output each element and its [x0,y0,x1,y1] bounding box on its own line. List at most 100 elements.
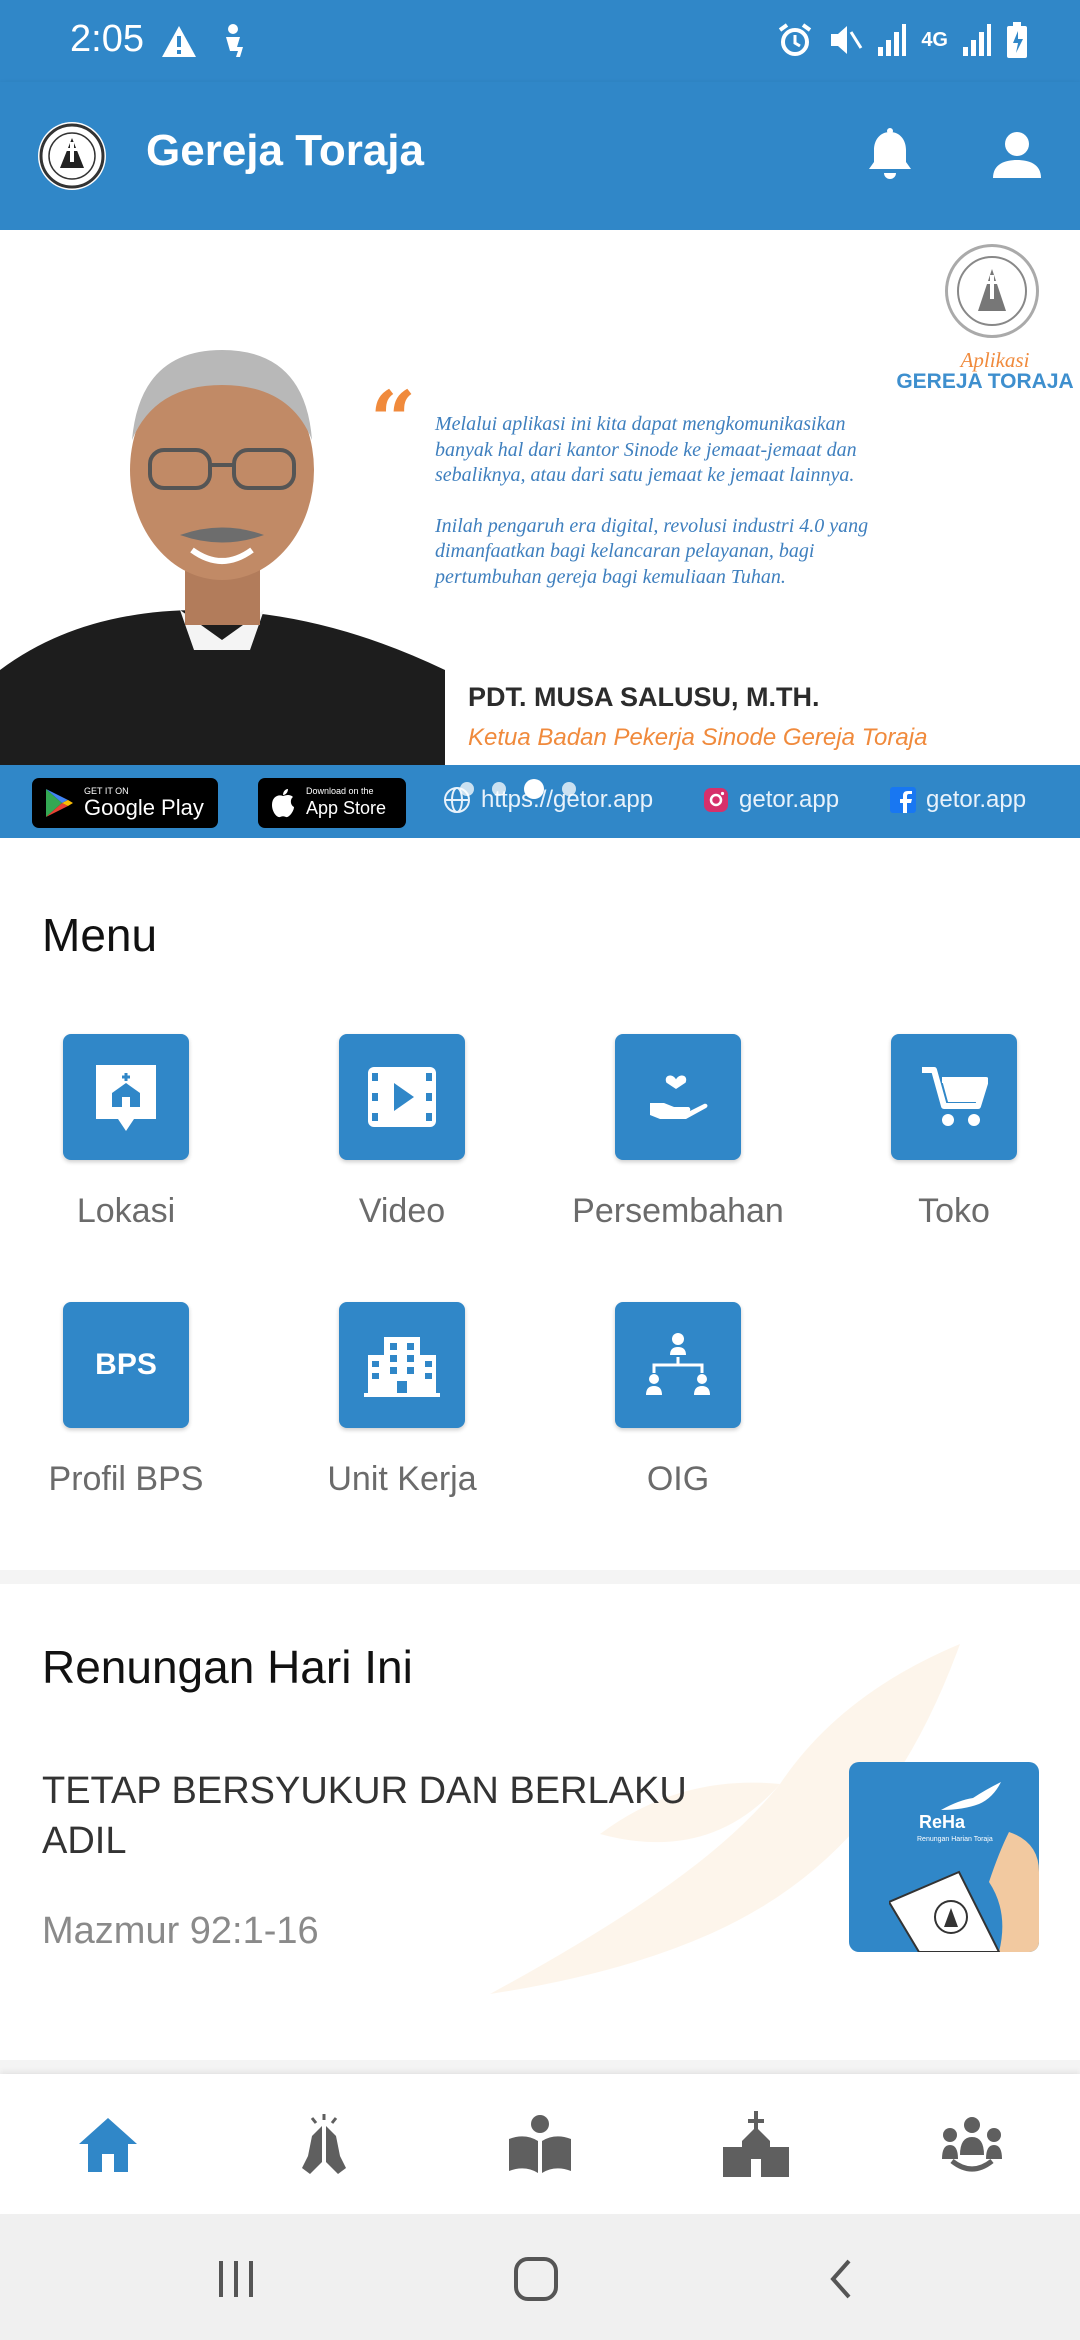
gereja-toraja-logo [38,122,106,190]
reha-brand: ReHa [919,1812,966,1832]
menu-label: Lokasi [76,1192,176,1230]
section-divider [0,1570,1080,1584]
app-title: Gereja Toraja [146,126,424,175]
person-icon [993,132,1041,178]
carousel-indicator[interactable] [460,779,576,799]
renungan-verse: Mazmur 92:1-16 [42,1910,319,1952]
status-time: 2:05 [70,18,144,60]
google-play-big: Google Play [84,795,204,820]
back-button[interactable] [800,2249,880,2309]
nav-bible-study[interactable] [432,2104,648,2184]
hands-book-illustration [889,1832,1039,1952]
menu-item-lokasi[interactable]: Lokasi [1,1034,251,1254]
reha-bird-icon [941,1782,1001,1810]
mute-icon [831,26,863,54]
menu-item-oig[interactable]: OIG [553,1302,803,1522]
home-system-button[interactable] [496,2249,576,2309]
network-type: 4G [921,28,948,51]
menu-label: OIG [646,1460,710,1498]
google-play-badge[interactable]: GET IT ON Google Play [32,778,218,828]
banner-app-name: GEREJA TORAJA [896,370,1074,393]
menu-heading: Menu [42,909,158,961]
praying-hands-icon [302,2114,346,2174]
section-divider [0,2060,1080,2074]
google-play-icon [46,789,73,817]
apple-icon [272,789,294,818]
banner-link-strip: GET IT ON Google Play Download on the App … [0,765,1080,838]
menu-tile[interactable] [615,1302,741,1428]
menu-item-video[interactable]: Video [277,1034,527,1254]
profile-button[interactable] [985,124,1049,188]
carousel-dot-active[interactable] [524,779,544,799]
church-location-icon [96,1065,156,1131]
reading-person-icon [509,2115,571,2173]
home-square-icon [514,2257,558,2301]
quote-paragraph: Melalui aplikasi ini kita dapat mengkomu… [435,413,857,486]
menu-label: Video [358,1192,446,1230]
renungan-card[interactable]: Renungan Hari Ini TETAP BERSYUKUR DAN BE… [0,1584,1080,2060]
menu-tile[interactable] [339,1302,465,1428]
warning-icon [162,26,196,57]
app-store-small: Download on the [306,786,374,796]
menu-tile[interactable] [615,1034,741,1160]
carousel-dot[interactable] [562,782,576,796]
quote-paragraph: Inilah pengaruh era digital, revolusi in… [435,514,869,588]
building-icon [364,1337,440,1397]
offering-hand-heart-icon [650,1075,708,1119]
renungan-heading: Renungan Hari Ini [42,1641,413,1693]
back-chevron-icon [830,2259,851,2299]
instagram-icon [704,788,728,812]
renungan-title[interactable]: TETAP BERSYUKUR DAN BERLAKU ADIL [42,1766,742,1866]
facebook-link[interactable]: getor.app [890,786,1026,814]
accessibility-icon [226,24,243,57]
instagram-link[interactable]: getor.app [703,786,839,814]
recent-apps-button[interactable] [196,2249,276,2309]
app-store-big: App Store [306,798,387,818]
bps-icon: BPS [95,1348,157,1381]
signal-icon [878,24,907,56]
app-bar: Gereja Toraja [0,82,1080,230]
renungan-thumbnail[interactable]: ReHa Renungan Harian Toraja [849,1762,1039,1952]
recent-apps-icon [219,2261,253,2297]
status-bar: 2:05 4G [0,0,1080,82]
bottom-navigation [0,2074,1080,2214]
menu-label: Persembahan [572,1192,784,1230]
signal-icon-2 [963,24,991,56]
nav-church[interactable] [648,2104,864,2184]
banner-person-name: PDT. MUSA SALUSU, M.TH. [468,682,820,712]
church-icon [723,2111,789,2177]
menu-section: Menu Lokasi Video Persembahan Toko BPS P… [0,838,1080,1570]
carousel-dot[interactable] [460,782,474,796]
menu-tile[interactable]: BPS [63,1302,189,1428]
cart-icon [922,1067,988,1126]
carousel-dot[interactable] [492,782,506,796]
banner-church-logo [945,244,1039,338]
instagram-text: getor.app [739,786,840,813]
alarm-icon [779,23,812,56]
menu-label: Profil BPS [48,1460,204,1498]
menu-item-toko[interactable]: Toko [829,1034,1079,1254]
banner-quote: Melalui aplikasi ini kita dapat mengkomu… [435,412,895,590]
menu-tile[interactable] [339,1034,465,1160]
menu-tile[interactable] [891,1034,1017,1160]
nav-community[interactable] [864,2104,1080,2184]
community-icon [942,2117,1002,2172]
menu-item-persembahan[interactable]: Persembahan [553,1034,803,1254]
quote-mark-icon: “ [370,373,417,467]
home-icon [79,2118,137,2172]
banner-person-role: Ketua Badan Pekerja Sinode Gereja Toraja [468,724,928,751]
system-navigation-bar [0,2214,1080,2340]
bell-icon [869,128,911,179]
menu-tile[interactable] [63,1034,189,1160]
org-chart-icon [646,1333,710,1395]
app-store-badge[interactable]: Download on the App Store [258,778,406,828]
battery-charging-icon [1007,22,1027,58]
nav-prayer[interactable] [216,2104,432,2184]
menu-item-profil-bps[interactable]: BPS Profil BPS [1,1302,251,1522]
menu-item-unit-kerja[interactable]: Unit Kerja [277,1302,527,1522]
nav-home[interactable] [0,2104,216,2184]
video-icon [368,1067,436,1127]
banner-carousel[interactable]: Aplikasi GEREJA TORAJA “ Melalui aplikas… [0,230,1080,838]
notification-button[interactable] [858,124,922,188]
menu-label: Toko [918,1192,990,1230]
